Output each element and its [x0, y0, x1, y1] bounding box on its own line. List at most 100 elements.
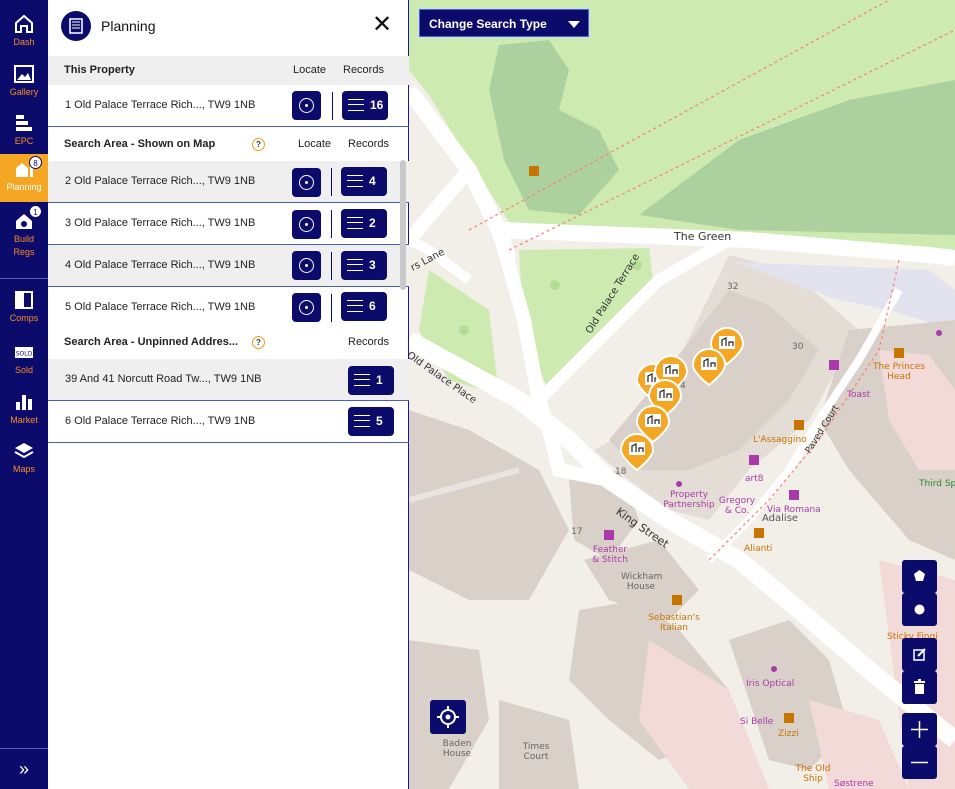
- poi-label: Iris Optical: [746, 679, 795, 689]
- search-area-header: Search Area - Shown on Map ? Locate Reco…: [48, 130, 409, 159]
- house-number: 4: [680, 381, 686, 391]
- image-icon: [14, 65, 34, 83]
- crosshair-icon: [437, 706, 459, 728]
- draw-polygon-button[interactable]: [902, 560, 937, 593]
- nav-label: Maps: [12, 464, 35, 474]
- records-button[interactable]: 4: [341, 167, 387, 196]
- poi-label: Toast: [847, 390, 871, 400]
- nav-label: Gallery: [9, 87, 39, 97]
- records-button[interactable]: 1: [348, 366, 394, 395]
- this-property-header: This Property Locate Records: [48, 56, 409, 85]
- my-location-button[interactable]: [430, 700, 466, 734]
- records-column-label: Records: [348, 138, 389, 150]
- panel-title: Planning: [101, 18, 156, 34]
- circle-icon: [914, 604, 925, 615]
- records-button[interactable]: 2: [341, 209, 387, 238]
- planning-logo-icon: [61, 11, 91, 41]
- house-number: 32: [727, 282, 739, 292]
- address-text: 3 Old Palace Terrace Rich..., TW9 1NB: [65, 217, 256, 229]
- records-button[interactable]: 5: [348, 407, 394, 436]
- nav-item-market[interactable]: Market: [0, 392, 48, 425]
- poi-label: Baden House: [442, 739, 472, 759]
- section-title: Search Area - Unpinned Addres...: [64, 336, 239, 348]
- table-row: 4 Old Palace Terrace Rich..., TW9 1NB 3: [48, 245, 409, 287]
- records-button[interactable]: 3: [341, 251, 387, 280]
- records-column-label: Records: [343, 64, 384, 76]
- locate-button[interactable]: [292, 251, 321, 280]
- draw-circle-button[interactable]: [902, 593, 937, 626]
- locate-column-label: Locate: [298, 138, 332, 150]
- section-title: Search Area - Shown on Map: [64, 138, 216, 150]
- list-icon: [347, 300, 363, 312]
- dropdown-label: Change Search Type: [429, 17, 547, 31]
- locate-button[interactable]: [292, 210, 321, 239]
- poi-label: Gregory & Co.: [718, 496, 756, 516]
- close-icon[interactable]: ✕: [371, 13, 393, 37]
- help-icon[interactable]: ?: [252, 336, 265, 349]
- nav-item-gallery[interactable]: Gallery: [0, 64, 48, 97]
- address-text: 4 Old Palace Terrace Rich..., TW9 1NB: [65, 259, 256, 271]
- delete-shape-button[interactable]: [902, 671, 937, 704]
- nav-item-build-regs[interactable]: 1 Build Regs: [0, 205, 48, 260]
- planning-panel: Planning ✕ This Property Locate Records …: [48, 0, 409, 789]
- nav-item-dash[interactable]: Dash: [0, 14, 48, 47]
- address-text: 1 Old Palace Terrace Rich..., TW9 1NB: [65, 99, 256, 111]
- list-icon: [347, 259, 363, 271]
- bar-chart-icon: [16, 395, 32, 410]
- table-row: 3 Old Palace Terrace Rich..., TW9 1NB 2: [48, 203, 409, 245]
- divider: [331, 210, 332, 238]
- nav-item-sold[interactable]: SOLD Sold: [0, 342, 48, 375]
- panel-header: Planning ✕: [48, 0, 409, 56]
- poi-label: Times Court: [522, 742, 550, 762]
- table-row: 5 Old Palace Terrace Rich..., TW9 1NB 6: [48, 287, 409, 329]
- unpinned-header: Search Area - Unpinned Addres... ? Recor…: [48, 328, 409, 357]
- divider: [331, 168, 332, 196]
- poi-label: Feather & Stitch: [592, 545, 628, 565]
- svg-text:SOLD: SOLD: [16, 351, 33, 358]
- list-icon: [348, 99, 364, 111]
- sidebar-nav: Dash Gallery EPC 8 Planning 1 Build Regs…: [0, 0, 48, 789]
- edit-shape-button[interactable]: [902, 638, 937, 671]
- nav-label: Comps: [9, 313, 39, 323]
- sold-icon: SOLD: [15, 347, 33, 358]
- nav-item-planning[interactable]: 8 Planning: [0, 154, 48, 202]
- map-canvas: [409, 0, 955, 789]
- trash-icon: [914, 679, 925, 694]
- list-icon: [354, 415, 370, 427]
- table-row: 6 Old Palace Terrace Rich..., TW9 1NB 5: [48, 401, 409, 443]
- zoom-out-icon: [911, 761, 928, 764]
- zoom-in-icon: [911, 721, 928, 738]
- records-button[interactable]: 16: [342, 91, 388, 120]
- help-icon[interactable]: ?: [252, 138, 265, 151]
- address-text: 39 And 41 Norcutt Road Tw..., TW9 1NB: [65, 373, 262, 385]
- nav-item-epc[interactable]: EPC: [0, 113, 48, 146]
- poi-label: Third Sp: [919, 479, 955, 489]
- nav-label: Sold: [14, 365, 33, 375]
- poi-label: Si Belle: [740, 717, 774, 727]
- nav-item-maps[interactable]: Maps: [0, 441, 48, 474]
- zoom-in-button[interactable]: [902, 713, 937, 746]
- comps-icon: [15, 291, 33, 309]
- nav-label: Dash: [13, 37, 35, 47]
- locate-button[interactable]: [292, 293, 321, 322]
- nav-item-comps[interactable]: Comps: [0, 290, 48, 323]
- build-regs-badge: 1: [29, 205, 42, 218]
- map-road-label: The Green: [674, 230, 732, 243]
- home-icon: [15, 14, 33, 33]
- house-number: 18: [615, 467, 627, 477]
- list-icon: [347, 175, 363, 187]
- nav-label: Regs: [13, 247, 35, 257]
- scrollbar[interactable]: [400, 160, 406, 290]
- change-search-type-dropdown[interactable]: Change Search Type: [419, 9, 589, 37]
- locate-button[interactable]: [292, 168, 321, 197]
- locate-column-label: Locate: [293, 64, 327, 76]
- locate-button[interactable]: [292, 91, 321, 120]
- expand-nav-button[interactable]: »: [0, 749, 48, 789]
- table-row: 1 Old Palace Terrace Rich..., TW9 1NB 16: [48, 85, 409, 127]
- poi-label: Søstrene: [834, 779, 874, 789]
- table-row: 39 And 41 Norcutt Road Tw..., TW9 1NB 1: [48, 359, 409, 401]
- records-button[interactable]: 6: [341, 292, 387, 321]
- zoom-out-button[interactable]: [902, 746, 937, 779]
- map-view[interactable]: The Green Old Palace Terrace Old Palace …: [409, 0, 955, 789]
- chevron-down-icon: [568, 21, 580, 28]
